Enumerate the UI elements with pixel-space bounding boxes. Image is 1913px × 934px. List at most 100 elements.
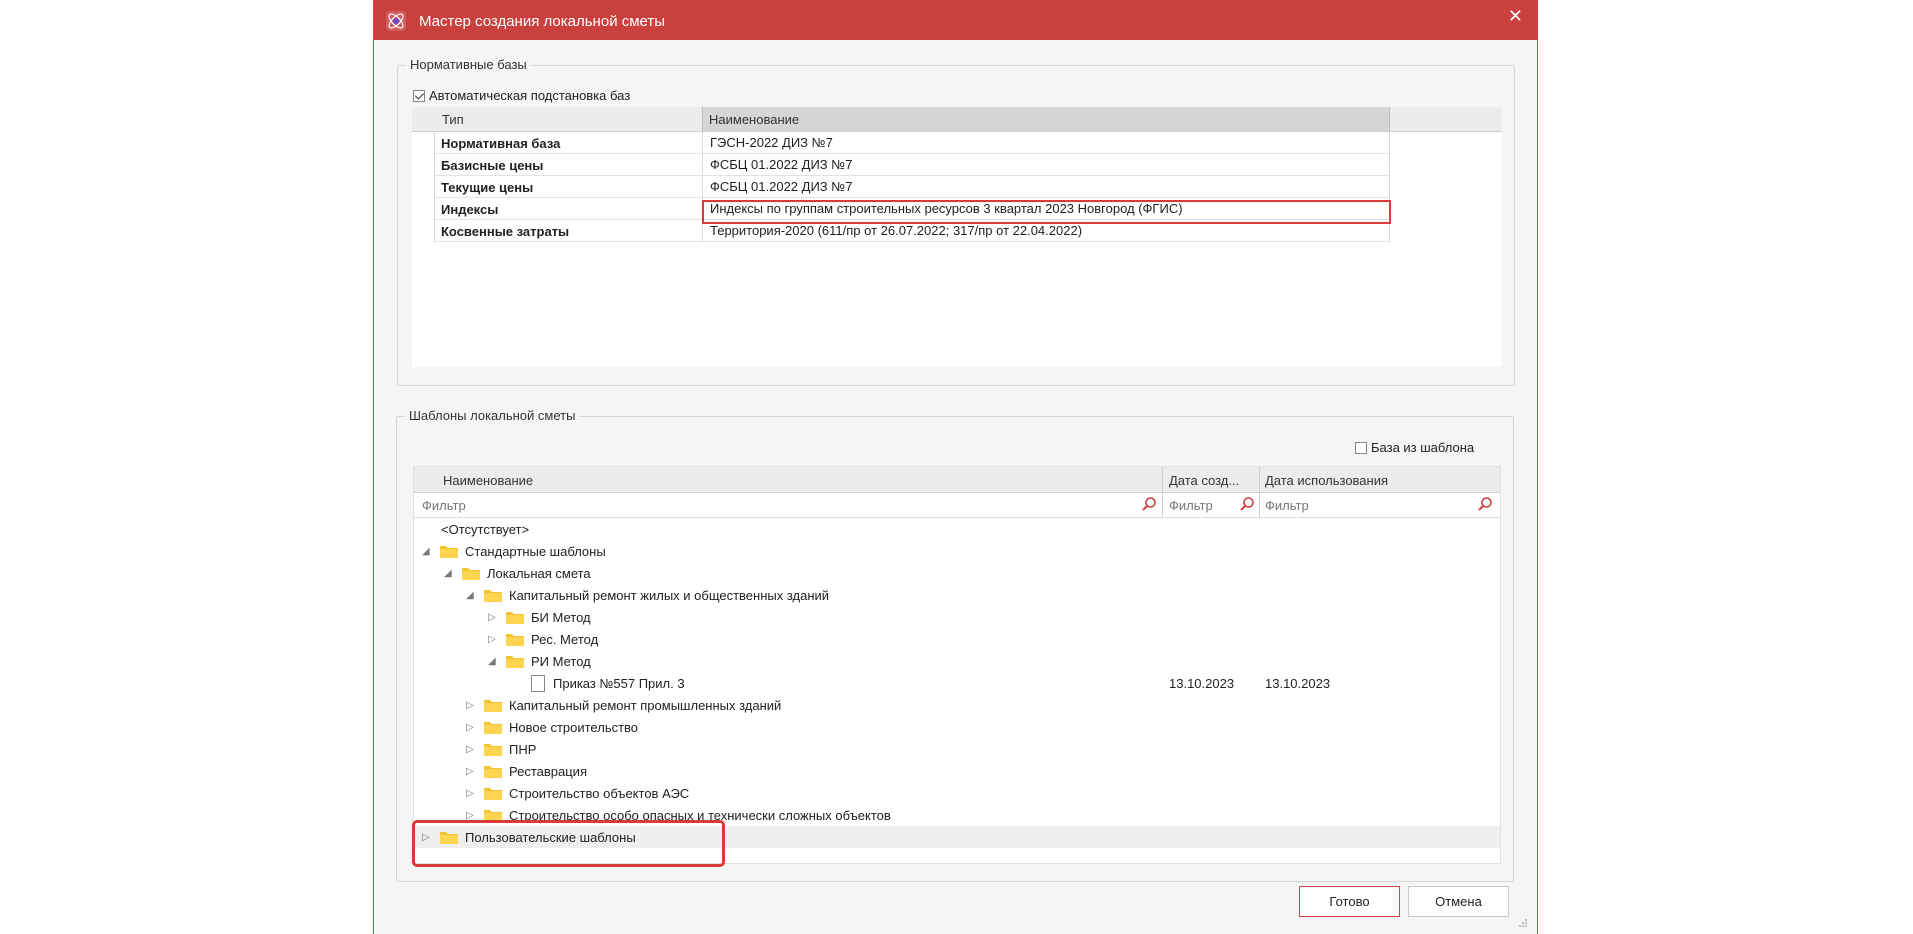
tree-item-label: Рес. Метод — [531, 632, 599, 647]
tree-item-label: Капитальный ремонт жилых и общественных … — [509, 588, 830, 603]
tree-item[interactable]: ▷ Реставрация — [414, 760, 1500, 782]
created-filter-input[interactable]: Фильтр — [1169, 498, 1213, 513]
search-icon[interactable] — [1239, 496, 1255, 512]
checkbox-checked-icon[interactable] — [413, 90, 425, 102]
created-date: 13.10.2023 — [1169, 676, 1235, 691]
templates-tree-grid: Наименование Дата созд... Дата использов… — [413, 466, 1501, 864]
collapse-arrow-icon[interactable]: ◢ — [466, 590, 474, 601]
filter-row: Фильтр Фильтр Фильтр — [414, 492, 1500, 518]
bases-row[interactable]: Косвенные затраты Территория-2020 (611/п… — [434, 220, 1390, 242]
collapse-arrow-icon[interactable]: ◢ — [488, 656, 496, 667]
column-header-used[interactable]: Дата использования — [1265, 473, 1388, 488]
tree-item-label: Локальная смета — [487, 566, 591, 581]
folder-icon — [440, 546, 458, 558]
tree-item-label: Капитальный ремонт промышленных зданий — [509, 698, 782, 713]
folder-icon — [440, 832, 458, 844]
tree-item-label: <Отсутствует> — [441, 522, 530, 537]
tree-item-label: Стандартные шаблоны — [465, 544, 606, 559]
base-name[interactable]: ФСБЦ 01.2022 ДИЗ №7 — [703, 154, 1391, 175]
base-name[interactable]: ГЭСН-2022 ДИЗ №7 — [703, 132, 1391, 153]
templates-grid-header: Наименование Дата созд... Дата использов… — [414, 467, 1500, 493]
expand-arrow-icon[interactable]: ▷ — [488, 612, 496, 623]
title-bar: Мастер создания локальной сметы ✕ — [374, 0, 1537, 40]
collapse-arrow-icon[interactable]: ◢ — [422, 546, 430, 557]
bases-row[interactable]: Текущие цены ФСБЦ 01.2022 ДИЗ №7 — [434, 176, 1390, 198]
tree-item[interactable]: ◢ Капитальный ремонт жилых и общественны… — [414, 584, 1500, 606]
expand-arrow-icon[interactable]: ▷ — [466, 744, 474, 755]
tree-item-label: ПНР — [509, 742, 537, 757]
done-button[interactable]: Готово — [1299, 886, 1400, 917]
expand-arrow-icon[interactable]: ▷ — [466, 766, 474, 777]
base-from-template-label: База из шаблона — [1371, 440, 1475, 455]
window-title: Мастер создания локальной сметы — [419, 13, 666, 30]
expand-arrow-icon[interactable]: ▷ — [466, 700, 474, 711]
folder-icon — [484, 744, 502, 756]
folder-icon — [462, 568, 480, 580]
name-filter-input[interactable]: Фильтр — [422, 498, 466, 513]
auto-bases-label: Автоматическая подстановка баз — [429, 88, 631, 103]
folder-icon — [484, 766, 502, 778]
expand-arrow-icon[interactable]: ▷ — [466, 810, 474, 820]
search-icon[interactable] — [1477, 496, 1493, 512]
tree-item-user-templates[interactable]: ▷ Пользовательские шаблоны — [414, 826, 1500, 848]
used-date: 13.10.2023 — [1265, 676, 1331, 691]
bases-row[interactable]: Нормативная база ГЭСН-2022 ДИЗ №7 — [434, 132, 1390, 154]
expand-arrow-icon[interactable]: ▷ — [466, 788, 474, 799]
folder-icon — [484, 788, 502, 800]
base-name[interactable]: Территория-2020 (611/пр от 26.07.2022; 3… — [703, 220, 1391, 241]
folder-icon — [506, 634, 524, 646]
base-type: Косвенные затраты — [435, 220, 703, 241]
tree-item-label: Приказ №557 Прил. 3 — [553, 676, 685, 691]
column-header-type[interactable]: Тип — [442, 112, 464, 127]
checkbox-unchecked-icon[interactable] — [1355, 442, 1367, 454]
expand-arrow-icon[interactable]: ▷ — [488, 634, 496, 645]
column-header-created[interactable]: Дата созд... — [1169, 473, 1239, 488]
bases-grid-header: Тип Наименование — [412, 107, 1502, 132]
tree-item[interactable]: ▷ ПНР — [414, 738, 1500, 760]
tree-item[interactable]: <Отсутствует> — [414, 518, 1500, 540]
column-header-name[interactable]: Наименование — [443, 473, 533, 488]
base-type: Текущие цены — [435, 176, 703, 197]
close-button[interactable]: ✕ — [1508, 6, 1523, 27]
base-name[interactable]: ФСБЦ 01.2022 ДИЗ №7 — [703, 176, 1391, 197]
tree-item-label: Новое строительство — [509, 720, 639, 735]
tree-item-label: Строительство особо опасных и технически… — [509, 808, 891, 820]
tree-item[interactable]: ▷ БИ Метод — [414, 606, 1500, 628]
base-from-template-checkbox[interactable]: База из шаблона — [1355, 440, 1474, 455]
tree-item[interactable]: ▷ Новое строительство — [414, 716, 1500, 738]
tree-item-label: БИ Метод — [531, 610, 591, 625]
column-header-name[interactable]: Наименование — [702, 107, 1390, 131]
folder-icon — [506, 612, 524, 624]
expand-arrow-icon[interactable]: ▷ — [422, 832, 430, 843]
tree-item[interactable]: ◢ Стандартные шаблоны — [414, 540, 1500, 562]
tree-item[interactable]: ◢ РИ Метод — [414, 650, 1500, 672]
expand-arrow-icon[interactable]: ▷ — [466, 722, 474, 733]
templates-group-title: Шаблоны локальной сметы — [405, 408, 580, 423]
tree-item-label: Строительство объектов АЭС — [509, 786, 690, 801]
bases-row[interactable]: Индексы Индексы по группам строительных … — [434, 198, 1390, 220]
base-type: Индексы — [435, 198, 703, 219]
base-name[interactable]: Индексы по группам строительных ресурсов… — [703, 198, 1391, 219]
resize-grip-icon[interactable] — [1518, 918, 1528, 928]
bases-grid: Тип Наименование Нормативная база ГЭСН-2… — [412, 107, 1502, 367]
bases-row[interactable]: Базисные цены ФСБЦ 01.2022 ДИЗ №7 — [434, 154, 1390, 176]
tree-item[interactable]: ◢ Локальная смета — [414, 562, 1500, 584]
tree-item[interactable]: ▷ Рес. Метод — [414, 628, 1500, 650]
folder-icon — [484, 810, 502, 820]
tree-item-label: Пользовательские шаблоны — [465, 830, 636, 845]
document-icon — [531, 675, 545, 692]
cancel-button[interactable]: Отмена — [1408, 886, 1509, 917]
folder-icon — [506, 656, 524, 668]
used-filter-input[interactable]: Фильтр — [1265, 498, 1309, 513]
base-type: Нормативная база — [435, 132, 703, 153]
tree-item-label: РИ Метод — [531, 654, 591, 669]
tree-item[interactable]: Приказ №557 Прил. 3 13.10.2023 13.10.202… — [414, 672, 1500, 694]
tree-item[interactable]: ▷ Строительство объектов АЭС — [414, 782, 1500, 804]
search-icon[interactable] — [1141, 496, 1157, 512]
auto-bases-checkbox[interactable]: Автоматическая подстановка баз — [413, 88, 630, 103]
app-logo-icon — [386, 11, 406, 31]
tree-item[interactable]: ▷ Капитальный ремонт промышленных зданий — [414, 694, 1500, 716]
tree-item[interactable]: ▷ Строительство особо опасных и техничес… — [414, 804, 1500, 820]
tree-item-label: Реставрация — [509, 764, 587, 779]
collapse-arrow-icon[interactable]: ◢ — [444, 568, 452, 579]
